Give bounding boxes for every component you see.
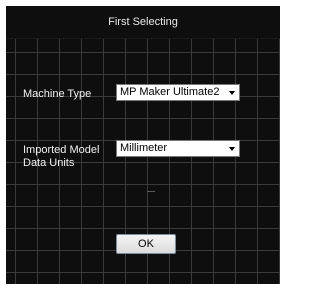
chevron-down-icon[interactable] bbox=[229, 91, 235, 95]
data-units-label: Imported Model Data Units bbox=[23, 144, 99, 170]
data-units-dropdown[interactable]: Millimeter bbox=[116, 140, 240, 157]
machine-type-label: Machine Type bbox=[23, 88, 92, 100]
machine-type-value: MP Maker Ultimate2 bbox=[120, 86, 220, 98]
data-units-value: Millimeter bbox=[120, 142, 168, 154]
data-units-label-line1: Imported Model bbox=[23, 144, 100, 156]
ok-button[interactable]: OK bbox=[116, 234, 176, 254]
dialog-title-bar: First Selecting bbox=[6, 6, 280, 39]
dialog-window: First Selecting Machine Type MP Maker Ul… bbox=[6, 6, 280, 284]
dialog-title: First Selecting bbox=[108, 16, 178, 28]
data-units-label-line2: Data Units bbox=[23, 157, 75, 169]
divider bbox=[147, 191, 155, 192]
machine-type-dropdown[interactable]: MP Maker Ultimate2 bbox=[116, 84, 240, 101]
chevron-down-icon[interactable] bbox=[229, 147, 235, 151]
